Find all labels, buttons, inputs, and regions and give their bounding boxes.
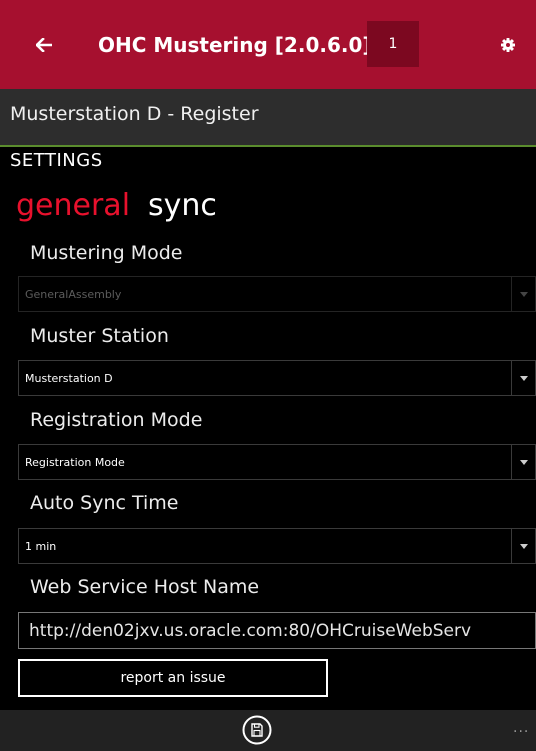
tab-general[interactable]: general [16,188,130,223]
gear-icon [501,38,515,52]
save-button[interactable] [241,714,273,746]
report-issue-button[interactable]: report an issue [18,659,328,697]
chevron-down-icon [511,361,535,395]
registration-mode-select[interactable]: Registration Mode [18,444,536,480]
back-button[interactable] [20,21,68,69]
mustering-mode-label: Mustering Mode [30,242,183,264]
muster-station-label: Muster Station [30,325,169,347]
web-service-host-input[interactable] [19,613,535,648]
page-subheader: Musterstation D - Register [0,89,536,147]
chevron-down-icon [511,529,535,563]
more-options-button[interactable]: ... [513,720,529,736]
web-service-host-field [18,612,536,649]
mustering-mode-value: GeneralAssembly [25,288,122,301]
registration-mode-label: Registration Mode [30,409,203,431]
mustering-mode-select[interactable]: GeneralAssembly [18,276,536,312]
settings-heading: SETTINGS [10,150,103,171]
page-title: Musterstation D - Register [10,103,259,125]
auto-sync-time-label: Auto Sync Time [30,492,179,514]
settings-button[interactable] [484,23,532,67]
save-icon [242,715,272,745]
app-title: OHC Mustering [2.0.6.0] [98,33,372,57]
title-bar: OHC Mustering [2.0.6.0] 1 [0,0,536,89]
arrow-left-icon [36,38,52,52]
pivot-tabs: general sync [16,188,217,223]
registration-mode-value: Registration Mode [25,456,125,469]
auto-sync-time-value: 1 min [25,540,57,553]
app-bar: ... [0,710,536,751]
muster-station-select[interactable]: Musterstation D [18,360,536,396]
chevron-down-icon [511,445,535,479]
muster-station-value: Musterstation D [25,372,113,385]
auto-sync-time-select[interactable]: 1 min [18,528,536,564]
tab-sync[interactable]: sync [148,188,217,223]
web-service-host-label: Web Service Host Name [30,576,260,598]
chevron-down-icon [511,277,535,311]
notification-badge[interactable]: 1 [367,21,419,67]
